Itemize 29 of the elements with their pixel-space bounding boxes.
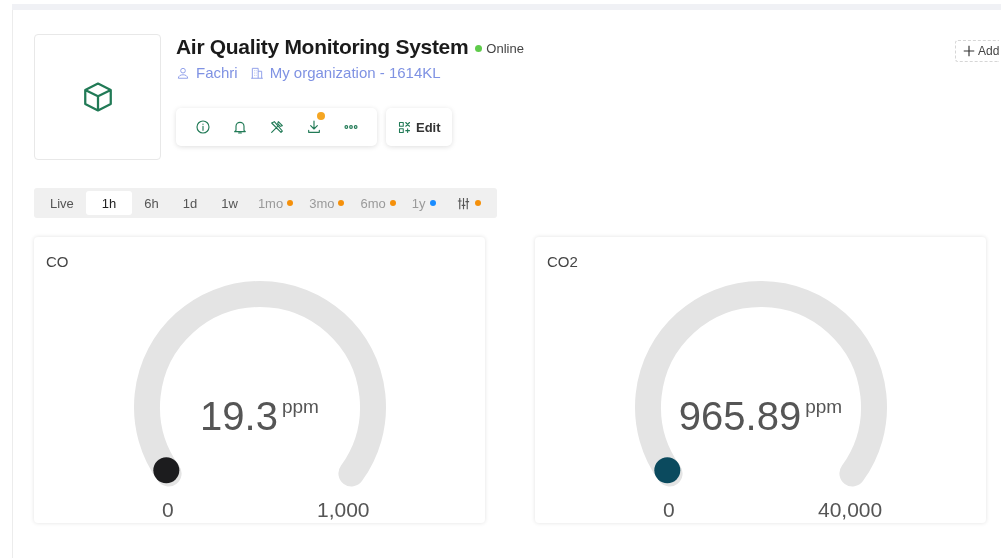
status-label: Online bbox=[486, 41, 524, 56]
time-range-tab[interactable]: 1d bbox=[170, 191, 210, 215]
gauge-max-label: 1,000 bbox=[317, 498, 370, 522]
gauge-value: 19.3 bbox=[200, 396, 278, 436]
gauge-value: 965.89 bbox=[678, 396, 802, 436]
gauge-min-label: 0 bbox=[663, 498, 675, 522]
gauge-title: CO bbox=[46, 253, 70, 270]
sliders-icon bbox=[455, 195, 471, 211]
bell-icon bbox=[231, 119, 248, 135]
add-button[interactable]: Add bbox=[955, 40, 1000, 62]
edit-button[interactable]: Edit bbox=[386, 108, 452, 146]
info-icon bbox=[194, 119, 211, 135]
gauge-unit: ppm bbox=[281, 396, 319, 418]
tools-icon bbox=[268, 119, 285, 135]
gauge-unit: ppm bbox=[805, 396, 843, 418]
edit-icon bbox=[397, 119, 412, 135]
time-range-tab[interactable]: Live bbox=[38, 191, 86, 215]
download-icon bbox=[305, 119, 322, 135]
notification-dot bbox=[317, 112, 325, 120]
building-icon bbox=[249, 65, 264, 80]
device-title: Air Quality Monitoring System bbox=[176, 35, 469, 59]
person-icon bbox=[176, 65, 190, 80]
gauge-min-label: 0 bbox=[162, 498, 174, 522]
time-range-tab[interactable]: 1h bbox=[85, 191, 133, 215]
gauge-title: CO2 bbox=[547, 253, 579, 270]
time-range-tab[interactable]: 1w bbox=[209, 191, 250, 215]
time-range-tab[interactable]: 6h bbox=[132, 191, 171, 215]
gauge-max-label: 40,000 bbox=[818, 498, 883, 522]
plus-icon bbox=[962, 44, 976, 58]
